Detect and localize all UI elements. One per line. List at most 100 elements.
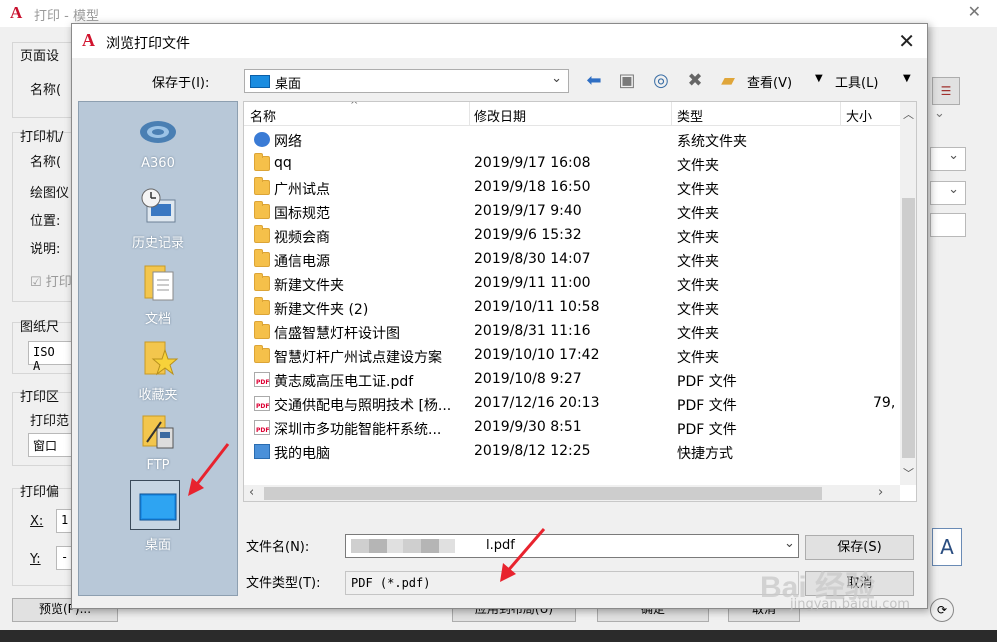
file-name: 新建文件夹 [274, 278, 344, 294]
column-header-name[interactable]: 名称 [250, 106, 276, 125]
column-divider[interactable] [671, 102, 672, 126]
plotter-properties-icon[interactable]: ☰ [932, 77, 960, 105]
file-name: 通信电源 [274, 254, 330, 270]
file-date: 2019/9/6 15:32 [474, 227, 582, 243]
offset-y-label: Y: [30, 552, 41, 567]
shaded-viewport-combo[interactable] [930, 181, 966, 205]
plotter-label: 绘图仪 [30, 186, 70, 201]
folder-icon [254, 153, 270, 171]
vertical-scrollbar[interactable]: ︿ ﹀ [900, 102, 916, 485]
file-row[interactable]: 广州试点 2019/9/18 16:50 文件夹 [244, 176, 900, 200]
column-header-size[interactable]: 大小 [846, 106, 872, 125]
drawing-orientation-icon: A [932, 528, 962, 566]
delete-icon[interactable]: ✖ [683, 70, 707, 92]
scroll-up-icon[interactable]: ︿ [903, 106, 914, 122]
file-row[interactable]: 智慧灯杆广州试点建设方案 2019/10/10 17:42 文件夹 [244, 344, 900, 368]
file-row[interactable]: 新建文件夹 2019/9/11 11:00 文件夹 [244, 272, 900, 296]
column-header-date[interactable]: 修改日期 [474, 106, 526, 125]
place-label: 收藏夹 [138, 388, 178, 403]
file-date: 2019/10/8 9:27 [474, 371, 582, 387]
file-type: 文件夹 [677, 158, 719, 174]
chevron-down-icon[interactable]: ⌄ [784, 536, 795, 551]
file-date: 2019/10/10 17:42 [474, 347, 600, 363]
offset-x-field[interactable]: 1 [56, 509, 72, 533]
location-label: 位置: [30, 214, 61, 229]
computer-shortcut-icon [254, 444, 270, 459]
scroll-right-icon[interactable]: › [878, 485, 883, 500]
desktop-icon [250, 75, 270, 88]
horizontal-scroll-thumb[interactable] [264, 487, 822, 500]
file-name: 智慧灯杆广州试点建设方案 [274, 350, 442, 366]
network-icon [254, 132, 270, 147]
file-row[interactable]: 信盛智慧灯杆设计图 2019/8/31 11:16 文件夹 [244, 320, 900, 344]
search-web-icon[interactable]: ◎ [649, 70, 673, 92]
place-favorites[interactable]: 收藏夹 [79, 338, 237, 410]
save-in-label: 保存于(I): [152, 76, 210, 91]
view-menu-button[interactable]: 查看(V) [747, 72, 792, 91]
place-documents[interactable]: 文档 [79, 262, 237, 334]
file-row[interactable]: 黄志威高压电工证.pdf 2019/10/8 9:27 PDF 文件 [244, 368, 900, 392]
back-arrow-icon[interactable]: ⬅ [582, 70, 606, 92]
print-to-file-label: 打印 [45, 275, 72, 290]
column-divider[interactable] [469, 102, 470, 126]
filetype-combo[interactable]: PDF (*.pdf) [345, 571, 799, 595]
file-type: 文件夹 [677, 182, 719, 198]
close-icon[interactable]: ✕ [968, 2, 981, 21]
file-name: 信盛智慧灯杆设计图 [274, 326, 400, 342]
view-dropdown-arrow-icon[interactable]: ▼ [815, 73, 823, 84]
up-folder-icon[interactable]: ▣ [615, 70, 639, 92]
file-date: 2019/9/30 8:51 [474, 419, 582, 435]
quality-field[interactable] [930, 213, 966, 237]
plot-style-combo[interactable] [930, 147, 966, 171]
column-divider[interactable] [840, 102, 841, 126]
save-in-combo[interactable]: 桌面 ⌄ [244, 69, 569, 93]
file-row[interactable]: 交通供配电与照明技术 [杨... 2017/12/16 20:13 PDF 文件 79… [244, 392, 900, 416]
folder-icon [254, 297, 270, 315]
place-a360[interactable]: A360 [79, 112, 237, 184]
vertical-scroll-thumb[interactable] [902, 198, 915, 458]
print-dialog-title: 打印 - 模型 [34, 9, 99, 24]
print-to-file-checkbox[interactable]: ☑ 打印 [30, 271, 72, 290]
pdf-icon [254, 372, 270, 387]
offset-x-label: X: [30, 514, 44, 529]
print-range-field[interactable]: 窗口 [28, 433, 72, 457]
file-date: 2019/10/11 10:58 [474, 299, 600, 315]
scroll-down-icon[interactable]: ﹀ [903, 465, 914, 481]
close-icon[interactable]: ✕ [898, 29, 915, 53]
filetype-label: 文件类型(T): [246, 576, 321, 591]
file-date: 2019/9/11 11:00 [474, 275, 591, 291]
offset-y-field[interactable]: - [56, 546, 72, 570]
more-options-icon[interactable]: ⟳ [930, 598, 954, 622]
scroll-left-icon[interactable]: ‹ [249, 485, 254, 500]
print-range-label: 打印范 [30, 414, 70, 429]
horizontal-scrollbar[interactable]: ‹ › [244, 485, 900, 501]
place-history[interactable]: 历史记录 [79, 186, 237, 258]
save-button[interactable]: 保存(S) [805, 535, 914, 560]
file-row[interactable]: 深圳市多功能智能杆系统... 2019/9/30 8:51 PDF 文件 [244, 416, 900, 440]
file-row[interactable]: 通信电源 2019/8/30 14:07 文件夹 [244, 248, 900, 272]
documents-icon [144, 265, 174, 301]
folder-icon [254, 321, 270, 339]
tools-dropdown-arrow-icon[interactable]: ▼ [903, 73, 911, 84]
tools-menu-button[interactable]: 工具(L) [835, 72, 878, 91]
file-name: 深圳市多功能智能杆系统... [274, 422, 442, 438]
folder-icon [254, 273, 270, 291]
autocad-logo-icon: A [82, 30, 95, 50]
file-row[interactable]: 国标规范 2019/9/17 9:40 文件夹 [244, 200, 900, 224]
file-row[interactable]: 视频会商 2019/9/6 15:32 文件夹 [244, 224, 900, 248]
new-folder-icon[interactable]: ▰ [716, 70, 740, 92]
file-type: 文件夹 [677, 350, 719, 366]
file-row[interactable]: 我的电脑 2019/8/12 12:25 快捷方式 [244, 440, 900, 464]
file-row[interactable]: 网络 系统文件夹 [244, 128, 900, 152]
chevron-down-icon: ⌄ [551, 71, 562, 86]
file-date: 2019/9/17 9:40 [474, 203, 582, 219]
file-row[interactable]: 新建文件夹 (2) 2019/10/11 10:58 文件夹 [244, 296, 900, 320]
paper-size-field[interactable]: ISO A [28, 341, 72, 373]
dialog-titlebar: A 浏览打印文件 ✕ [72, 24, 927, 58]
folder-icon [254, 177, 270, 195]
favorites-icon [144, 341, 179, 376]
file-type: 文件夹 [677, 206, 719, 222]
place-label: A360 [141, 156, 175, 171]
column-header-type[interactable]: 类型 [677, 106, 703, 125]
file-row[interactable]: qq 2019/9/17 16:08 文件夹 [244, 152, 900, 176]
